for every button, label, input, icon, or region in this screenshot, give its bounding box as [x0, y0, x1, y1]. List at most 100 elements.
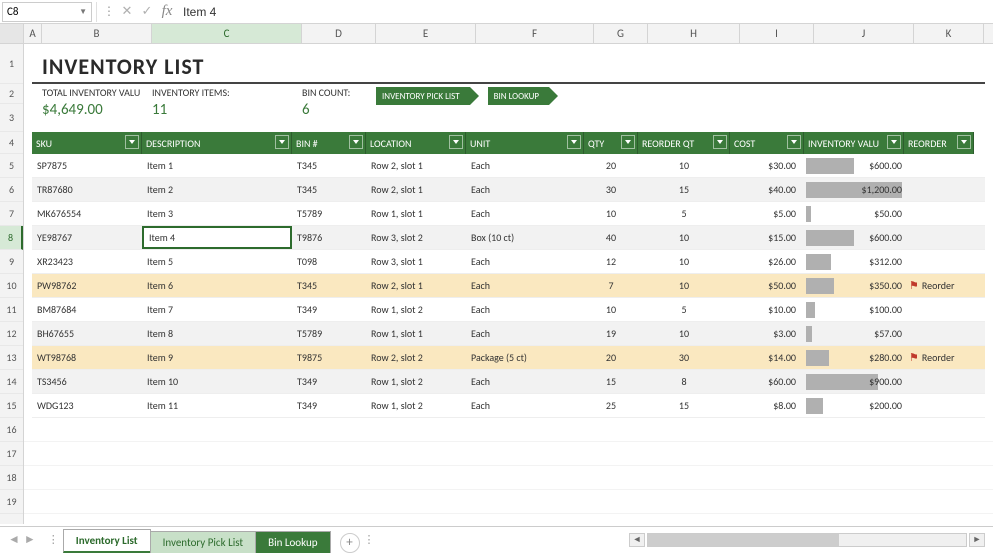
- column-header-G[interactable]: G: [594, 24, 648, 43]
- table-row[interactable]: WDG123Item 11T349Row 1, slot 2Each2515$8…: [32, 394, 985, 418]
- chevron-down-icon[interactable]: ▼: [79, 7, 87, 17]
- cell-cost[interactable]: $8.00: [730, 394, 804, 417]
- formula-input[interactable]: [177, 2, 991, 22]
- table-row[interactable]: BH67655Item 8T5789Row 1, slot 1Each1910$…: [32, 322, 985, 346]
- row-header[interactable]: 2: [0, 84, 23, 104]
- cell-cost[interactable]: $40.00: [730, 178, 804, 201]
- table-row[interactable]: PW98762Item 6T345Row 2, slot 1Each710$50…: [32, 274, 985, 298]
- cell-location[interactable]: Row 1, slot 2: [366, 394, 466, 417]
- column-header-E[interactable]: E: [376, 24, 476, 43]
- cell-reorder-qty[interactable]: 30: [638, 346, 730, 369]
- cell-inventory-value[interactable]: $50.00: [804, 202, 904, 225]
- cell-cost[interactable]: $5.00: [730, 202, 804, 225]
- cell-qty[interactable]: 19: [584, 322, 638, 345]
- sheet-nav-next-icon[interactable]: ►: [24, 532, 36, 547]
- cell-bin[interactable]: T9876: [292, 226, 366, 249]
- cell-cost[interactable]: $26.00: [730, 250, 804, 273]
- cell-bin[interactable]: T345: [292, 178, 366, 201]
- cell-description[interactable]: Item 3: [142, 202, 292, 225]
- column-header-K[interactable]: K: [914, 24, 984, 43]
- cell-cost[interactable]: $3.00: [730, 322, 804, 345]
- tab-inventory-list[interactable]: Inventory List: [63, 529, 151, 553]
- filter-icon[interactable]: [275, 135, 289, 149]
- row-header[interactable]: 16: [0, 418, 23, 442]
- cell-sku[interactable]: TS3456: [32, 370, 142, 393]
- cell-inventory-value[interactable]: $600.00: [804, 226, 904, 249]
- cell-qty[interactable]: 10: [584, 298, 638, 321]
- cell-location[interactable]: Row 2, slot 1: [366, 274, 466, 297]
- row-header[interactable]: 18: [0, 466, 23, 490]
- row-header[interactable]: 19: [0, 490, 23, 514]
- th-description[interactable]: DESCRIPTION: [142, 132, 292, 154]
- cell-bin[interactable]: T345: [292, 154, 366, 177]
- row-header[interactable]: 1: [0, 44, 23, 84]
- cell-unit[interactable]: Each: [466, 370, 584, 393]
- cell-qty[interactable]: 7: [584, 274, 638, 297]
- cell-reorder-qty[interactable]: 10: [638, 250, 730, 273]
- cell-cost[interactable]: $15.00: [730, 226, 804, 249]
- sheet-nav-prev-icon[interactable]: ◄: [8, 532, 20, 547]
- th-sku[interactable]: SKU: [32, 132, 142, 154]
- cell-unit[interactable]: Each: [466, 298, 584, 321]
- filter-icon[interactable]: [349, 135, 363, 149]
- cell-description[interactable]: Item 10: [142, 370, 292, 393]
- cell-sku[interactable]: BH67655: [32, 322, 142, 345]
- scroll-right-icon[interactable]: ►: [969, 533, 985, 547]
- cell-bin[interactable]: T349: [292, 370, 366, 393]
- fx-icon[interactable]: fx: [157, 2, 177, 22]
- filter-icon[interactable]: [621, 135, 635, 149]
- cell-unit[interactable]: Each: [466, 178, 584, 201]
- cell-sku[interactable]: XR23423: [32, 250, 142, 273]
- column-header-D[interactable]: D: [302, 24, 376, 43]
- column-header-F[interactable]: F: [476, 24, 594, 43]
- row-header[interactable]: 10: [0, 274, 23, 298]
- column-header-C[interactable]: C: [152, 24, 302, 43]
- cell-reorder[interactable]: [904, 394, 974, 417]
- cell-unit[interactable]: Box (10 ct): [466, 226, 584, 249]
- cell-location[interactable]: Row 2, slot 1: [366, 178, 466, 201]
- column-header-B[interactable]: B: [42, 24, 152, 43]
- cell-inventory-value[interactable]: $1,200.00: [804, 178, 904, 201]
- table-row[interactable]: BM87684Item 7T349Row 1, slot 2Each105$10…: [32, 298, 985, 322]
- row-header[interactable]: 5: [0, 154, 23, 178]
- cell-inventory-value[interactable]: $57.00: [804, 322, 904, 345]
- empty-row[interactable]: [24, 490, 993, 514]
- row-header[interactable]: 13: [0, 346, 23, 370]
- cell-reorder[interactable]: ⚑Reorder: [904, 274, 974, 297]
- cell-bin[interactable]: T9875: [292, 346, 366, 369]
- cell-qty[interactable]: 10: [584, 202, 638, 225]
- cell-unit[interactable]: Each: [466, 250, 584, 273]
- scroll-left-icon[interactable]: ◄: [629, 533, 645, 547]
- cell-reorder-qty[interactable]: 5: [638, 298, 730, 321]
- row-header[interactable]: 4: [0, 132, 23, 154]
- cell-bin[interactable]: T345: [292, 274, 366, 297]
- cell-sku[interactable]: PW98762: [32, 274, 142, 297]
- name-box[interactable]: C8 ▼: [2, 2, 92, 22]
- row-header[interactable]: 8: [0, 226, 23, 250]
- cell-qty[interactable]: 40: [584, 226, 638, 249]
- cell-unit[interactable]: Each: [466, 394, 584, 417]
- cell-inventory-value[interactable]: $600.00: [804, 154, 904, 177]
- scroll-thumb[interactable]: [648, 534, 839, 546]
- th-bin[interactable]: BIN #: [292, 132, 366, 154]
- cell-sku[interactable]: BM87684: [32, 298, 142, 321]
- cell-cost[interactable]: $30.00: [730, 154, 804, 177]
- th-reorder[interactable]: REORDER: [904, 132, 974, 154]
- cell-reorder[interactable]: [904, 250, 974, 273]
- cell-unit[interactable]: Package (5 ct): [466, 346, 584, 369]
- cell-reorder[interactable]: [904, 178, 974, 201]
- column-header-H[interactable]: H: [648, 24, 740, 43]
- cell-cost[interactable]: $14.00: [730, 346, 804, 369]
- table-row[interactable]: XR23423Item 5T098Row 3, slot 1Each1210$2…: [32, 250, 985, 274]
- row-header[interactable]: 3: [0, 104, 23, 132]
- cell-location[interactable]: Row 1, slot 1: [366, 322, 466, 345]
- cell-reorder-qty[interactable]: 15: [638, 394, 730, 417]
- filter-icon[interactable]: [713, 135, 727, 149]
- cell-qty[interactable]: 12: [584, 250, 638, 273]
- row-header[interactable]: 17: [0, 442, 23, 466]
- cancel-icon[interactable]: ✕: [117, 2, 137, 22]
- cell-reorder-qty[interactable]: 5: [638, 202, 730, 225]
- row-header[interactable]: 12: [0, 322, 23, 346]
- filter-icon[interactable]: [567, 135, 581, 149]
- cell-cost[interactable]: $60.00: [730, 370, 804, 393]
